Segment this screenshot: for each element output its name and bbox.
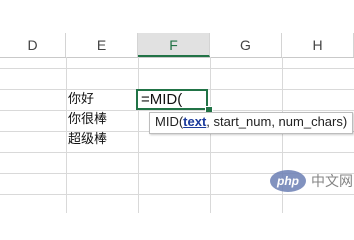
column-header-h[interactable]: H	[282, 33, 354, 57]
grid-line	[138, 57, 139, 213]
column-header-g[interactable]: G	[210, 33, 282, 57]
cell-e-super[interactable]: 超级棒	[68, 130, 107, 150]
active-cell-editor[interactable]: =MID(	[136, 89, 208, 110]
column-header-d[interactable]: D	[0, 33, 66, 57]
grid-line	[0, 110, 354, 111]
column-header-bar: D E F G H	[0, 33, 354, 58]
column-header-e[interactable]: E	[66, 33, 138, 57]
grid-line	[210, 57, 211, 213]
tooltip-function-name[interactable]: MID(	[155, 114, 183, 129]
php-logo-icon: php	[270, 170, 306, 192]
column-header-f[interactable]: F	[138, 33, 210, 57]
grid-line	[66, 57, 67, 213]
grid-line	[0, 68, 354, 69]
cell-e-great[interactable]: 你很棒	[68, 110, 107, 130]
formula-input[interactable]: =MID(	[141, 91, 182, 109]
function-tooltip: MID(text, start_num, num_chars)	[149, 112, 354, 134]
watermark: php 中文网	[270, 170, 353, 192]
grid-line	[0, 194, 354, 195]
tooltip-current-arg[interactable]: text	[183, 114, 206, 129]
cell-e-hello[interactable]: 你好	[68, 90, 94, 110]
grid-line	[0, 152, 354, 153]
spreadsheet-grid: D E F G H 你好 你很棒 超级棒 =MID( MID(text, sta…	[0, 0, 354, 213]
tooltip-args-rest: , start_num, num_chars)	[206, 114, 348, 129]
watermark-text: 中文网	[311, 174, 353, 190]
previous-row-area[interactable]	[0, 0, 354, 33]
